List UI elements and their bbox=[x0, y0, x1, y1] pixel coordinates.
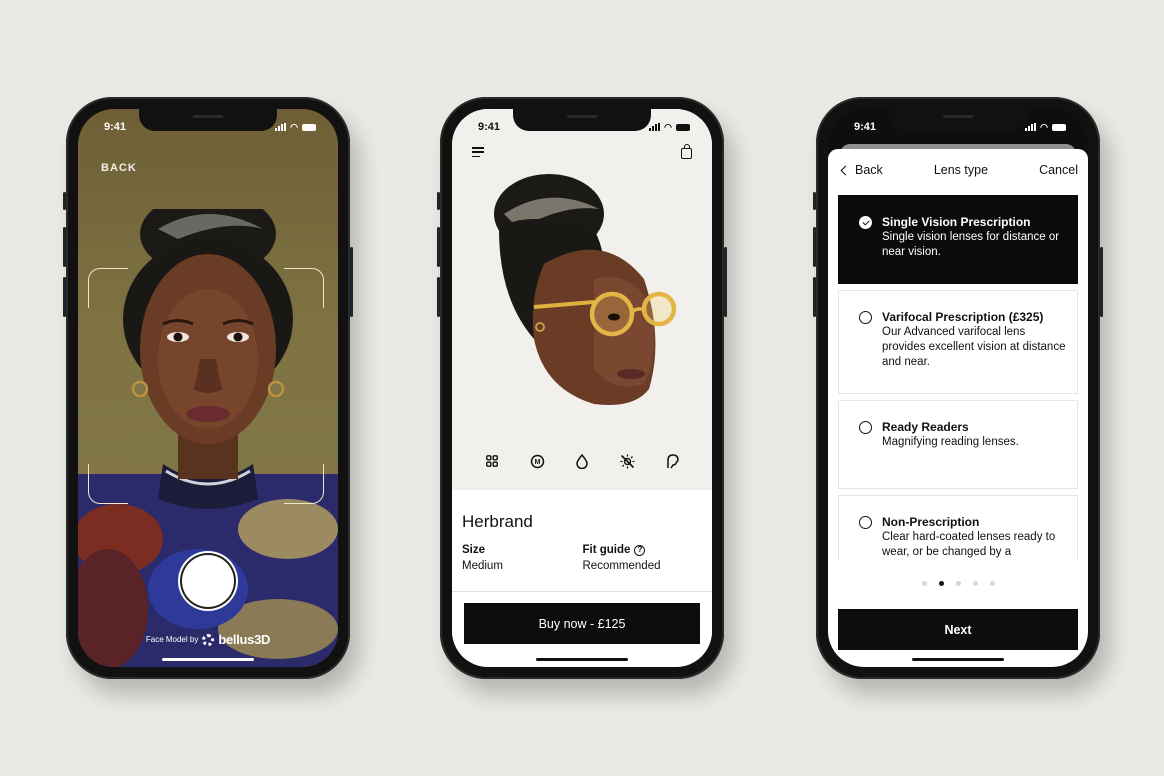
credit-prefix: Face Model by bbox=[145, 635, 199, 644]
bellus3d-logo-icon bbox=[202, 633, 215, 646]
wifi-icon: ◠ bbox=[1040, 121, 1048, 132]
wifi-icon: ◠ bbox=[290, 121, 298, 132]
phone-side-button bbox=[813, 227, 816, 267]
face-profile-icon[interactable] bbox=[662, 451, 682, 471]
back-button[interactable]: Back bbox=[840, 163, 883, 177]
signal-icon bbox=[649, 123, 661, 131]
page-dot[interactable] bbox=[989, 581, 995, 586]
option-title: Ready Readers bbox=[882, 420, 969, 434]
phone-side-button bbox=[437, 277, 440, 317]
battery-icon bbox=[302, 123, 316, 131]
phone-side-button bbox=[437, 227, 440, 267]
size-value: Medium bbox=[462, 560, 503, 572]
lens-option[interactable]: Varifocal Prescription (£325) Our Advanc… bbox=[838, 290, 1078, 394]
home-indicator[interactable] bbox=[162, 658, 254, 661]
page-indicator bbox=[828, 581, 1088, 586]
phone-side-button bbox=[813, 192, 816, 210]
option-description: Magnifying reading lenses. bbox=[882, 436, 1019, 448]
light-off-icon[interactable] bbox=[617, 451, 637, 471]
option-description: Our Advanced varifocal lens provides exc… bbox=[882, 326, 1066, 368]
page-dot[interactable] bbox=[955, 581, 961, 586]
option-description: Clear hard-coated lenses ready to wear, … bbox=[882, 531, 1056, 558]
option-description: Single vision lenses for distance or nea… bbox=[882, 231, 1060, 258]
cancel-button[interactable]: Cancel bbox=[1039, 163, 1078, 177]
phone-lens-type: 9:41 ◠ Back Lens type Cancel Single Visi… bbox=[813, 97, 1103, 679]
lens-type-sheet: Back Lens type Cancel Single Vision Pres… bbox=[828, 149, 1088, 667]
lens-option[interactable]: Single Vision Prescription Single vision… bbox=[838, 195, 1078, 284]
help-icon[interactable]: ? bbox=[634, 544, 646, 556]
screen: 9:41 ◠ Back Lens type Cancel Single Visi… bbox=[828, 109, 1088, 667]
buy-now-button[interactable]: Buy now - £125 bbox=[464, 603, 700, 644]
status-bar: 9:41 ◠ bbox=[78, 109, 338, 139]
grid-icon[interactable] bbox=[482, 451, 502, 471]
option-title: Single Vision Prescription bbox=[882, 215, 1031, 229]
clothing-pattern bbox=[238, 499, 338, 559]
back-label: Back bbox=[855, 163, 883, 177]
credit-brand: bellus3D bbox=[218, 632, 271, 647]
chevron-left-icon bbox=[840, 165, 851, 175]
radio-icon bbox=[859, 516, 872, 529]
sheet-nav-bar: Back Lens type Cancel bbox=[828, 149, 1088, 177]
status-time: 9:41 bbox=[104, 121, 127, 133]
divider bbox=[452, 591, 712, 592]
home-indicator[interactable] bbox=[536, 658, 628, 661]
glasses-lens-right bbox=[641, 291, 677, 327]
lips bbox=[617, 369, 645, 379]
radio-checked-icon bbox=[859, 216, 872, 229]
screen: 9:41 ◠ BACK Face Model by bellus3D bbox=[78, 109, 338, 667]
radio-icon bbox=[859, 311, 872, 324]
phone-power-button bbox=[1100, 247, 1103, 317]
phone-power-button bbox=[724, 247, 727, 317]
face-scan-frame bbox=[88, 268, 324, 504]
phone-power-button bbox=[350, 247, 353, 317]
phone-face-capture: 9:41 ◠ BACK Face Model by bellus3D bbox=[63, 97, 353, 679]
battery-icon bbox=[676, 123, 690, 131]
page-dot[interactable] bbox=[921, 581, 927, 586]
signal-icon bbox=[1025, 123, 1037, 131]
fit-guide-label: Fit guide bbox=[582, 544, 631, 556]
wifi-icon: ◠ bbox=[664, 121, 672, 132]
fit-guide-value: Recommended bbox=[582, 560, 661, 572]
capture-shutter-button[interactable] bbox=[182, 555, 234, 607]
signal-icon bbox=[275, 123, 287, 131]
lens-option[interactable]: Ready Readers Magnifying reading lenses. bbox=[838, 400, 1078, 489]
option-title: Non-Prescription bbox=[882, 515, 980, 529]
phone-side-button bbox=[437, 192, 440, 210]
size-label: Size bbox=[462, 544, 486, 556]
svg-text:M: M bbox=[534, 459, 540, 466]
try-on-toolbar: M bbox=[482, 451, 682, 471]
eye bbox=[608, 313, 620, 321]
phone-side-button bbox=[63, 227, 66, 267]
product-name: Herbrand bbox=[462, 512, 533, 531]
lens-options-list[interactable]: Single Vision Prescription Single vision… bbox=[838, 195, 1078, 561]
radio-icon bbox=[859, 421, 872, 434]
drop-icon[interactable] bbox=[572, 451, 592, 471]
face-model-credit: Face Model by bellus3D bbox=[78, 632, 338, 647]
size-spec: Size Medium bbox=[462, 542, 583, 574]
phone-side-button bbox=[813, 277, 816, 317]
status-time: 9:41 bbox=[854, 121, 877, 133]
status-time: 9:41 bbox=[478, 121, 501, 133]
page-dot-active[interactable] bbox=[938, 581, 944, 586]
lens-option[interactable]: Non-Prescription Clear hard-coated lense… bbox=[838, 495, 1078, 561]
sheet-title: Lens type bbox=[933, 163, 989, 177]
status-bar: 9:41 ◠ bbox=[828, 109, 1088, 139]
fit-guide-spec[interactable]: Fit guide? Recommended bbox=[583, 542, 704, 574]
option-title: Varifocal Prescription (£325) bbox=[882, 310, 1044, 324]
status-bar: 9:41 ◠ bbox=[452, 109, 712, 139]
menu-icon[interactable] bbox=[472, 147, 484, 157]
next-button[interactable]: Next bbox=[838, 609, 1078, 650]
home-indicator[interactable] bbox=[912, 658, 1004, 661]
phone-product-view: 9:41 ◠ M Herbrand Size Medium Fit guide … bbox=[437, 97, 727, 679]
screen: 9:41 ◠ M Herbrand Size Medium Fit guide … bbox=[452, 109, 712, 667]
material-m-icon[interactable]: M bbox=[527, 451, 547, 471]
phone-side-button bbox=[63, 277, 66, 317]
battery-icon bbox=[1052, 123, 1066, 131]
product-info-panel: Herbrand Size Medium Fit guide? Recommen… bbox=[452, 490, 712, 667]
phone-side-button bbox=[63, 192, 66, 210]
page-dot[interactable] bbox=[972, 581, 978, 586]
3d-head-with-glasses[interactable] bbox=[474, 169, 684, 419]
back-button[interactable]: BACK bbox=[101, 162, 137, 174]
shopping-bag-icon[interactable] bbox=[681, 144, 692, 159]
